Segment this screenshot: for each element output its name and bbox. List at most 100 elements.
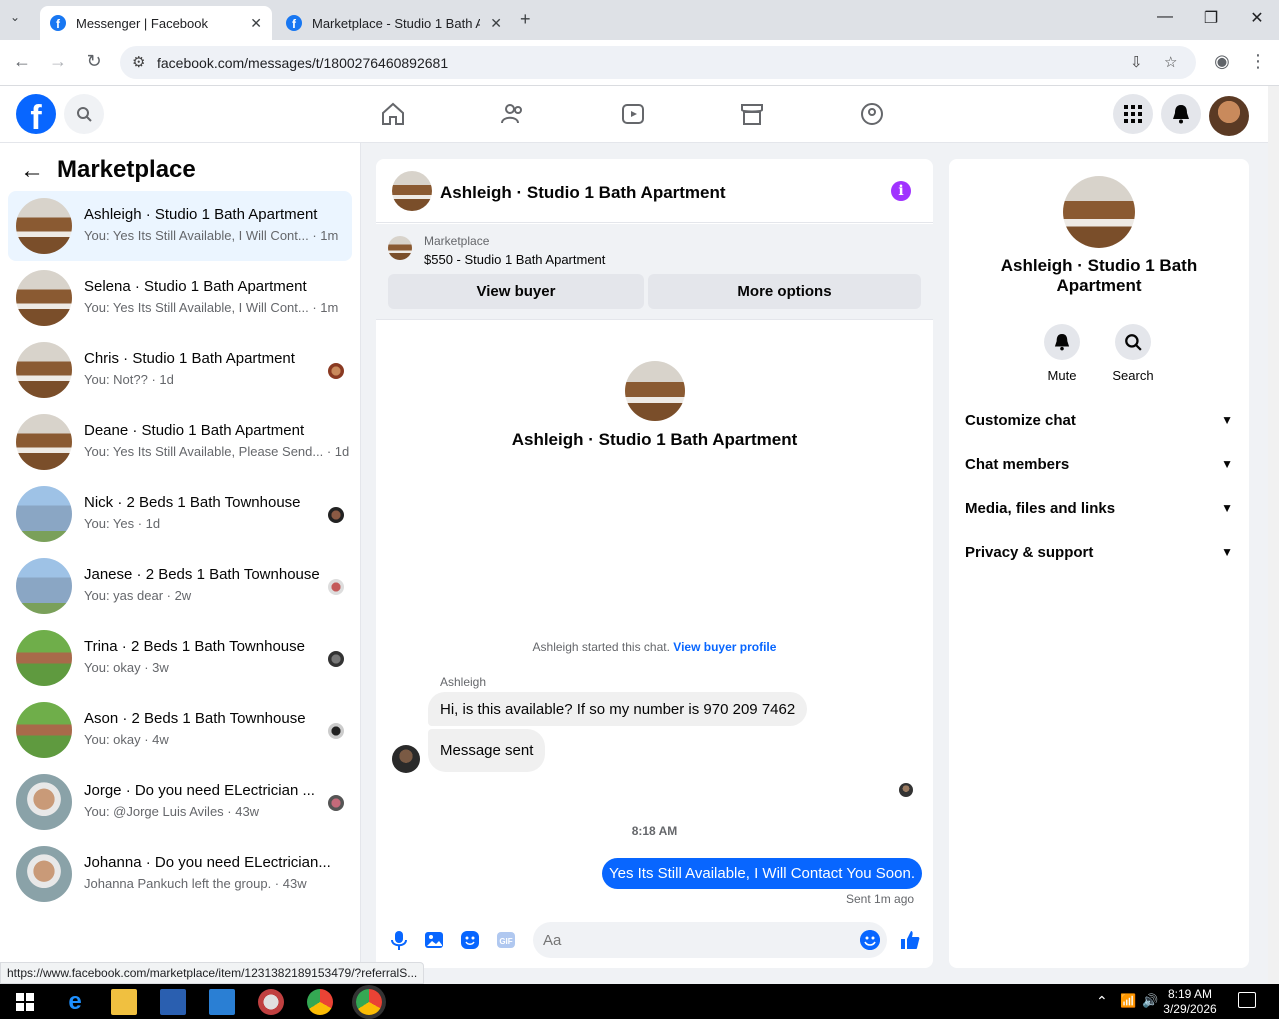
thumbs-up-icon[interactable] — [899, 929, 921, 951]
read-receipt-avatar — [328, 507, 344, 523]
read-receipt-avatar — [328, 795, 344, 811]
account-avatar[interactable] — [1209, 96, 1249, 136]
conversation-name: Janese · 2 Beds 1 Bath Townhouse — [84, 566, 320, 583]
app-icon[interactable] — [258, 989, 284, 1015]
link-status-url: https://www.facebook.com/marketplace/ite… — [0, 962, 424, 984]
back-arrow-icon[interactable]: ← — [20, 157, 44, 185]
listing-title[interactable]: $550 - Studio 1 Bath Apartment — [424, 252, 605, 267]
forward-icon[interactable]: → — [46, 51, 70, 72]
info-icon[interactable]: i — [891, 181, 911, 201]
page-scrollbar[interactable] — [1268, 86, 1279, 984]
new-tab-icon[interactable]: + — [520, 9, 531, 30]
conversation-preview: You: Not?? · 1d — [84, 372, 174, 387]
reload-icon[interactable]: ↻ — [82, 51, 106, 72]
conversation-item[interactable]: Selena · Studio 1 Bath Apartment You: Ye… — [8, 263, 352, 333]
listing-thumbnail — [16, 342, 72, 398]
minimize-icon[interactable]: — — [1150, 8, 1180, 26]
conversation-item[interactable]: Jorge · Do you need ELectrician ... You:… — [8, 767, 352, 837]
tab-search-icon[interactable]: ⌄ — [10, 10, 20, 24]
sticker-icon[interactable] — [459, 929, 481, 951]
conversation-name: Jorge · Do you need ELectrician ... — [84, 782, 315, 799]
url-text: facebook.com/messages/t/1800276460892681 — [157, 54, 449, 71]
site-info-icon[interactable]: ⚙ — [132, 53, 145, 71]
marketplace-icon[interactable] — [739, 101, 765, 127]
more-options-button[interactable]: More options — [648, 274, 921, 309]
close-tab-icon[interactable]: ✕ — [490, 15, 502, 32]
edge-icon[interactable]: e — [62, 989, 88, 1015]
profile-icon[interactable]: ◉ — [1210, 51, 1234, 72]
listing-thumbnail — [16, 630, 72, 686]
view-buyer-profile-link[interactable]: View buyer profile — [673, 640, 776, 654]
conversation-item[interactable]: Nick · 2 Beds 1 Bath Townhouse You: Yes … — [8, 479, 352, 549]
windows-start-icon[interactable] — [12, 989, 38, 1015]
file-explorer-icon[interactable] — [111, 989, 137, 1015]
incoming-message[interactable]: Message sent — [428, 729, 546, 772]
tab-marketplace[interactable]: f Marketplace - Studio 1 Bath Ap ✕ — [276, 6, 512, 40]
microphone-icon[interactable] — [388, 929, 410, 951]
facebook-logo-icon[interactable]: f — [16, 94, 56, 134]
back-icon[interactable]: ← — [10, 51, 34, 72]
sender-avatar[interactable] — [392, 745, 420, 773]
mail-icon[interactable] — [209, 989, 235, 1015]
conversation-item[interactable]: Ashleigh · Studio 1 Bath Apartment You: … — [8, 191, 352, 261]
close-tab-icon[interactable]: ✕ — [250, 15, 262, 32]
menu-grid-button[interactable] — [1113, 94, 1153, 134]
address-bar-row: ← → ↻ ⚙ facebook.com/messages/t/18002764… — [0, 40, 1279, 86]
chrome-icon[interactable] — [307, 989, 333, 1015]
search-conversation-button[interactable]: Search — [1097, 324, 1169, 383]
conversation-preview: You: Yes Its Still Available, Please Sen… — [84, 444, 350, 459]
outgoing-message[interactable]: Yes Its Still Available, I Will Contact … — [602, 858, 922, 889]
listing-thumbnail — [16, 486, 72, 542]
url-field[interactable]: ⚙ facebook.com/messages/t/18002764608926… — [120, 46, 1196, 79]
chat-members-section[interactable]: Chat members ▼ — [965, 450, 1233, 478]
conversation-item[interactable]: Janese · 2 Beds 1 Bath Townhouse You: ya… — [8, 551, 352, 621]
media-files-links-section[interactable]: Media, files and links ▼ — [965, 494, 1233, 522]
search-button[interactable] — [64, 94, 104, 134]
store-icon[interactable] — [160, 989, 186, 1015]
clock[interactable]: 8:19 AM 3/29/2026 — [1150, 987, 1230, 1017]
conversation-name: Johanna · Do you need ELectrician... — [84, 854, 331, 871]
conversation-preview: You: okay · 3w — [84, 660, 169, 675]
home-icon[interactable] — [380, 101, 406, 127]
friends-icon[interactable] — [500, 101, 526, 127]
section-label: Media, files and links — [965, 499, 1116, 517]
tab-messenger[interactable]: f Messenger | Facebook ✕ — [40, 6, 272, 40]
conversation-item[interactable]: Ason · 2 Beds 1 Bath Townhouse You: okay… — [8, 695, 352, 765]
chevron-down-icon: ▼ — [1221, 413, 1233, 427]
conversation-item[interactable]: Trina · 2 Beds 1 Bath Townhouse You: oka… — [8, 623, 352, 693]
close-window-icon[interactable]: ✕ — [1242, 8, 1272, 28]
conversation-preview: You: @Jorge Luis Aviles · 43w — [84, 804, 260, 819]
photo-icon[interactable] — [423, 929, 445, 951]
chevron-down-icon: ▼ — [1221, 501, 1233, 515]
incoming-message[interactable]: Hi, is this available? If so my number i… — [428, 692, 808, 726]
conversation-preview: Johanna Pankuch left the group. · 43w — [84, 876, 307, 891]
mute-button[interactable]: Mute — [1026, 324, 1098, 383]
groups-icon[interactable] — [859, 101, 885, 127]
video-icon[interactable] — [620, 101, 646, 127]
conversation-item[interactable]: Deane · Studio 1 Bath Apartment You: Yes… — [8, 407, 352, 477]
gif-icon[interactable]: GIF — [495, 929, 517, 951]
bell-icon — [1173, 105, 1189, 124]
notification-center-icon[interactable] — [1238, 992, 1256, 1008]
search-icon — [77, 107, 92, 122]
chat-title[interactable]: Ashleigh · Studio 1 Bath Apartment — [440, 183, 726, 203]
privacy-support-section[interactable]: Privacy & support ▼ — [965, 538, 1233, 566]
notifications-button[interactable] — [1161, 94, 1201, 134]
menu-kebab-icon[interactable]: ⋮ — [1246, 51, 1270, 72]
tray-chevron-icon[interactable]: ⌃ — [1096, 993, 1108, 1010]
message-input[interactable] — [533, 922, 887, 958]
chrome-profile-icon[interactable] — [356, 989, 382, 1015]
install-app-icon[interactable]: ⇩ — [1130, 53, 1143, 71]
view-buyer-button[interactable]: View buyer — [388, 274, 644, 309]
clock-time: 8:19 AM — [1167, 987, 1213, 1001]
read-receipt-avatar — [899, 783, 913, 797]
listing-thumbnail — [16, 702, 72, 758]
conversation-item[interactable]: Johanna · Do you need ELectrician... Joh… — [8, 839, 352, 909]
chat-thumbnail[interactable] — [392, 171, 432, 211]
conversation-item[interactable]: Chris · Studio 1 Bath Apartment You: Not… — [8, 335, 352, 405]
emoji-icon[interactable] — [860, 930, 880, 950]
customize-chat-section[interactable]: Customize chat ▼ — [965, 406, 1233, 434]
bookmark-star-icon[interactable]: ☆ — [1164, 53, 1177, 71]
restore-icon[interactable]: ❐ — [1196, 8, 1226, 28]
network-icon[interactable]: 📶 — [1120, 993, 1136, 1009]
